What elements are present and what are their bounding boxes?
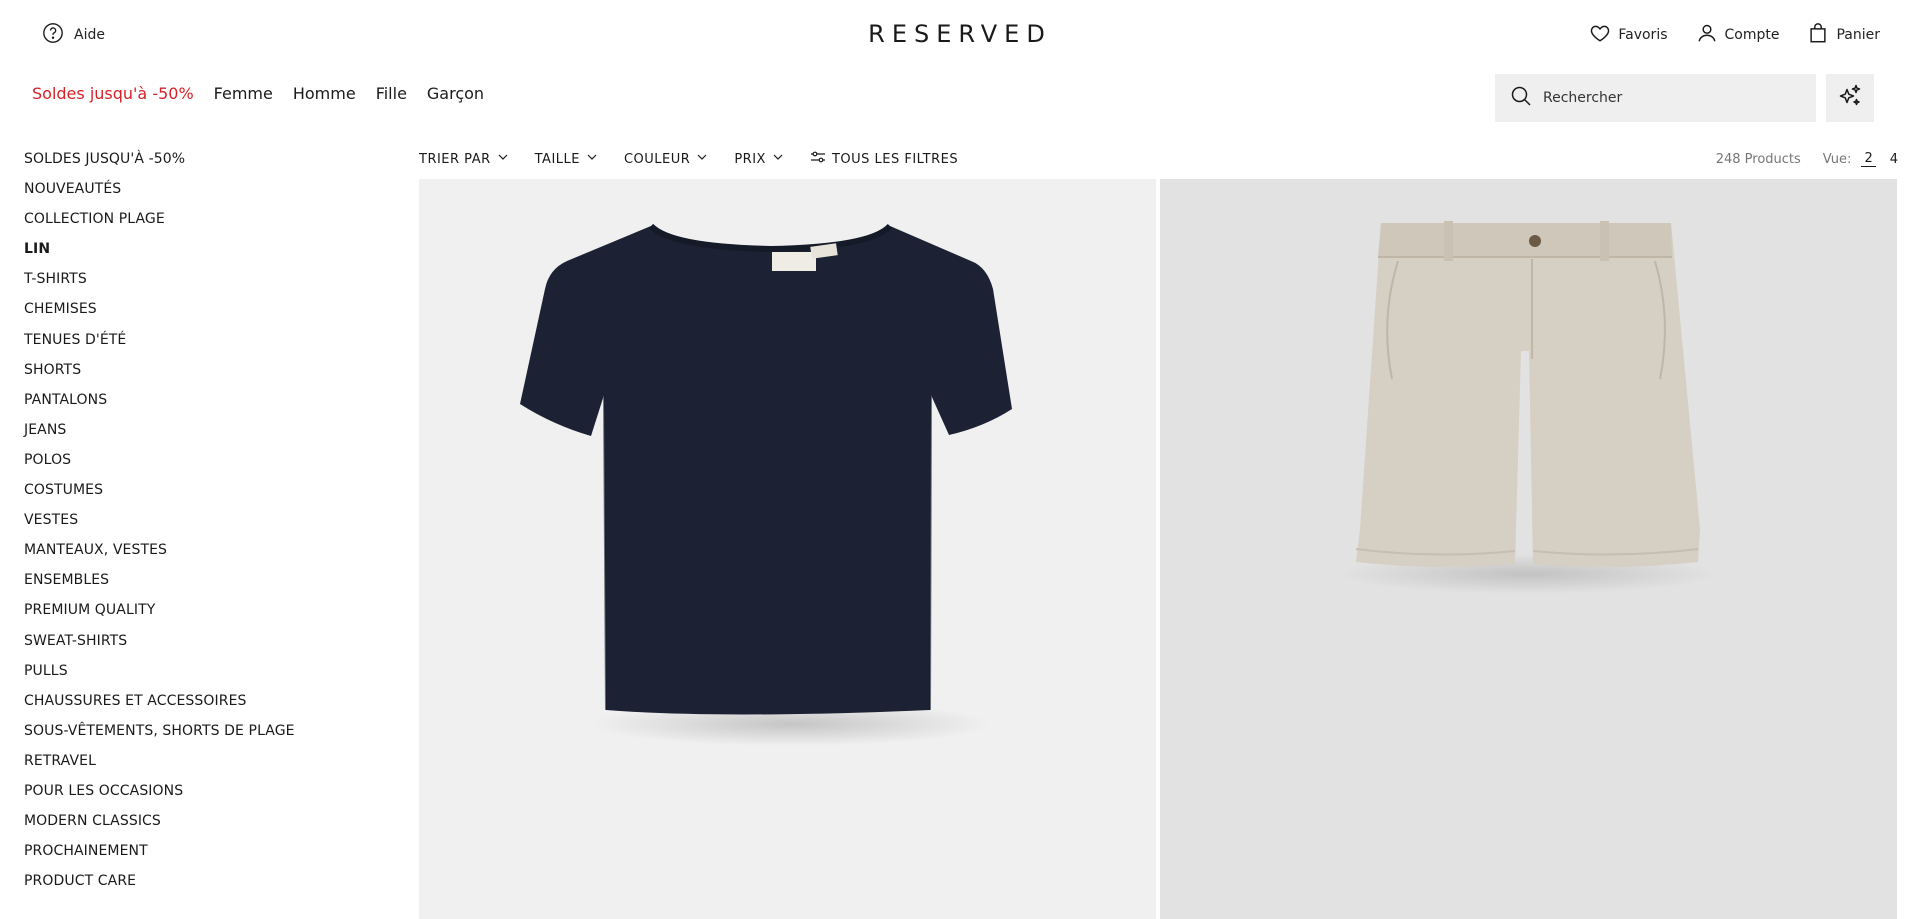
nav-homme[interactable]: Homme [293, 84, 356, 103]
all-filters-label: TOUS LES FILTRES [831, 151, 959, 167]
user-icon [1696, 22, 1718, 48]
sparkle-icon [1837, 83, 1863, 113]
sort-label: TRIER PAR [419, 151, 491, 167]
filter-bar: TRIER PAR TAILLE COULEUR PRIX TOUS LES F… [419, 150, 958, 168]
sidebar-item-chemises[interactable]: CHEMISES [24, 300, 384, 330]
sidebar-item-nouveautes[interactable]: NOUVEAUTÉS [24, 180, 384, 210]
cart-link[interactable]: Panier [1807, 22, 1880, 48]
sidebar-item-soldes[interactable]: SOLDES JUSQU'À -50% [24, 150, 384, 180]
main-nav: Soldes jusqu'à -50% Femme Homme Fille Ga… [32, 84, 484, 103]
bag-icon [1807, 22, 1829, 48]
sidebar-item-manteaux-vestes[interactable]: MANTEAUX, VESTES [24, 541, 384, 571]
sidebar-item-polos[interactable]: POLOS [24, 451, 384, 481]
sidebar-item-prochainement[interactable]: PROCHAINEMENT [24, 842, 384, 872]
chevron-down-icon [772, 151, 784, 167]
search-box [1495, 74, 1816, 122]
navy-tshirt-image [520, 223, 1012, 746]
sidebar-item-premium-quality[interactable]: PREMIUM QUALITY [24, 601, 384, 631]
search-input[interactable] [1543, 90, 1813, 106]
favorites-label: Favoris [1618, 27, 1668, 43]
nav-sale[interactable]: Soldes jusqu'à -50% [32, 84, 194, 103]
brand-logo-text: RESERVED [868, 20, 1052, 48]
heart-icon [1589, 22, 1611, 48]
nav-femme[interactable]: Femme [214, 84, 273, 103]
chevron-down-icon [586, 151, 598, 167]
sidebar-item-sous-vetements[interactable]: SOUS-VÊTEMENTS, SHORTS DE PLAGE [24, 722, 384, 752]
account-label: Compte [1724, 27, 1780, 43]
all-filters-button[interactable]: TOUS LES FILTRES [810, 150, 958, 168]
product-card[interactable] [1160, 179, 1897, 919]
nav-fille[interactable]: Fille [376, 84, 407, 103]
sidebar-item-pulls[interactable]: PULLS [24, 662, 384, 692]
sidebar-item-pour-les-occasions[interactable]: POUR LES OCCASIONS [24, 782, 384, 812]
sidebar-item-collection-plage[interactable]: COLLECTION PLAGE [24, 210, 384, 240]
chevron-down-icon [696, 151, 708, 167]
sliders-icon [810, 150, 826, 168]
sidebar-item-pantalons[interactable]: PANTALONS [24, 391, 384, 421]
sidebar-item-jeans[interactable]: JEANS [24, 421, 384, 451]
sidebar-item-costumes[interactable]: COSTUMES [24, 481, 384, 511]
view-option-4[interactable]: 4 [1890, 152, 1898, 167]
sidebar-item-retravel[interactable]: RETRAVEL [24, 752, 384, 782]
sidebar-item-modern-classics[interactable]: MODERN CLASSICS [24, 812, 384, 842]
chevron-down-icon [497, 151, 509, 167]
color-filter[interactable]: COULEUR [624, 150, 708, 168]
size-label: TAILLE [534, 151, 580, 167]
sort-dropdown[interactable]: TRIER PAR [419, 150, 509, 168]
sidebar-item-chaussures-accessoires[interactable]: CHAUSSURES ET ACCESSOIRES [24, 692, 384, 722]
color-label: COULEUR [623, 151, 691, 167]
sidebar-item-shorts[interactable]: SHORTS [24, 361, 384, 391]
sidebar-item-tenues-ete[interactable]: TENUES D'ÉTÉ [24, 331, 384, 361]
category-sidebar: SOLDES JUSQU'À -50% NOUVEAUTÉS COLLECTIO… [24, 150, 384, 902]
price-label: PRIX [734, 151, 766, 167]
nav-garcon[interactable]: Garçon [427, 84, 484, 103]
cart-label: Panier [1836, 27, 1880, 43]
account-link[interactable]: Compte [1696, 22, 1780, 48]
product-card[interactable] [419, 179, 1156, 919]
listing-controls: 248 Products Vue: 2 4 [1716, 151, 1898, 167]
view-option-2[interactable]: 2 [1861, 151, 1876, 167]
favorites-link[interactable]: Favoris [1589, 22, 1668, 48]
sidebar-item-vestes[interactable]: VESTES [24, 511, 384, 541]
size-filter[interactable]: TAILLE [535, 150, 598, 168]
sidebar-item-sweat-shirts[interactable]: SWEAT-SHIRTS [24, 632, 384, 662]
top-bar: Aide RESERVED Favoris Compte Panier [0, 0, 1920, 70]
sidebar-item-product-care[interactable]: PRODUCT CARE [24, 872, 384, 902]
beige-shorts-image [1338, 221, 1718, 594]
price-filter[interactable]: PRIX [734, 150, 784, 168]
search-icon [1509, 84, 1533, 112]
view-label: Vue: [1822, 151, 1852, 167]
sidebar-item-t-shirts[interactable]: T-SHIRTS [24, 270, 384, 300]
sidebar-item-ensembles[interactable]: ENSEMBLES [24, 571, 384, 601]
product-count: 248 Products [1715, 151, 1801, 167]
ai-assistant-button[interactable] [1826, 74, 1874, 122]
sidebar-item-lin[interactable]: LIN [24, 240, 384, 270]
